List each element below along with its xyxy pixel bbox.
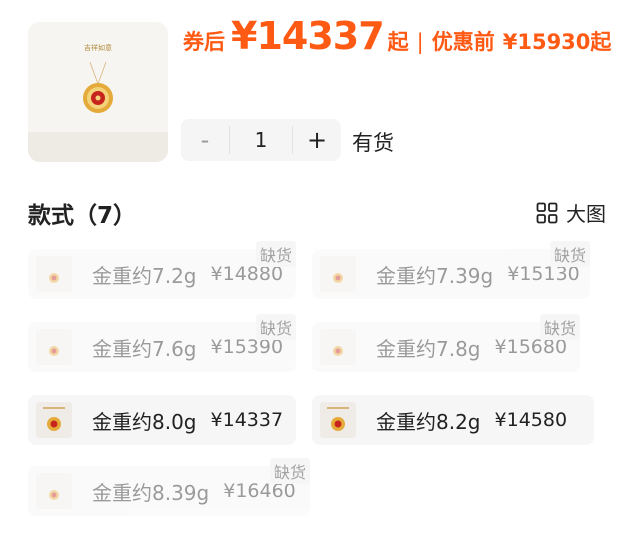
out-of-stock-badge: 缺货 [255,314,296,340]
out-of-stock-badge: 缺货 [255,241,296,267]
style-option[interactable]: 金重约8.2g ¥14580 [312,395,594,445]
coupon-price: ¥14337 [231,14,385,58]
out-of-stock-badge: 缺货 [549,241,590,267]
price-row: 券后 ¥14337 起 | 优惠前 ¥15930起 [183,14,633,66]
option-thumbnail [36,256,72,292]
option-label: 金重约7.39g [376,263,494,288]
out-of-stock-badge: 缺货 [269,458,310,484]
option-label: 金重约7.8g [376,336,481,361]
coupon-suffix: 起 [387,30,409,54]
style-option[interactable]: 金重约7.2g ¥14880 缺货 [28,241,296,299]
option-price: ¥14580 [494,409,568,431]
option-thumbnail [320,402,356,438]
stock-status: 有货 [352,131,394,155]
option-thumbnail [320,329,356,365]
style-option[interactable]: 金重约7.6g ¥15390 缺货 [28,314,296,372]
grid-view-icon [536,202,558,223]
thumbnail-caption: 吉祥如意 [84,43,112,52]
styles-title: 款式（7） [28,203,137,229]
option-label: 金重约7.2g [92,263,197,288]
option-label: 金重约8.0g [92,409,197,434]
option-thumbnail [320,256,356,292]
option-thumbnail [36,473,72,509]
quantity-stepper: - 1 + [181,119,341,161]
out-of-stock-badge: 缺货 [539,314,580,340]
style-option[interactable]: 金重约8.39g ¥16460 缺货 [28,458,310,516]
option-price: ¥14337 [210,409,284,431]
pendant-image: 吉祥如意 [28,22,168,162]
decrement-button[interactable]: - [181,126,229,154]
large-image-toggle[interactable]: 大图 [536,198,606,227]
option-thumbnail [36,329,72,365]
style-option[interactable]: 金重约8.0g ¥14337 [28,395,296,445]
quantity-value[interactable]: 1 [229,126,293,154]
coupon-label: 券后 [183,30,225,54]
option-label: 金重约8.2g [376,409,481,434]
large-image-label: 大图 [566,202,606,226]
style-option[interactable]: 金重约7.8g ¥15680 缺货 [312,314,580,372]
style-option[interactable]: 金重约7.39g ¥15130 缺货 [312,241,590,299]
option-label: 金重约8.39g [92,480,210,505]
price-separator: | [416,30,424,54]
product-thumbnail[interactable]: 吉祥如意 [28,22,168,162]
increment-button[interactable]: + [293,126,341,154]
pre-discount-label: 优惠前 [431,30,495,54]
pre-discount-price: ¥15930起 [502,30,612,54]
option-thumbnail [36,402,72,438]
option-label: 金重约7.6g [92,336,197,361]
